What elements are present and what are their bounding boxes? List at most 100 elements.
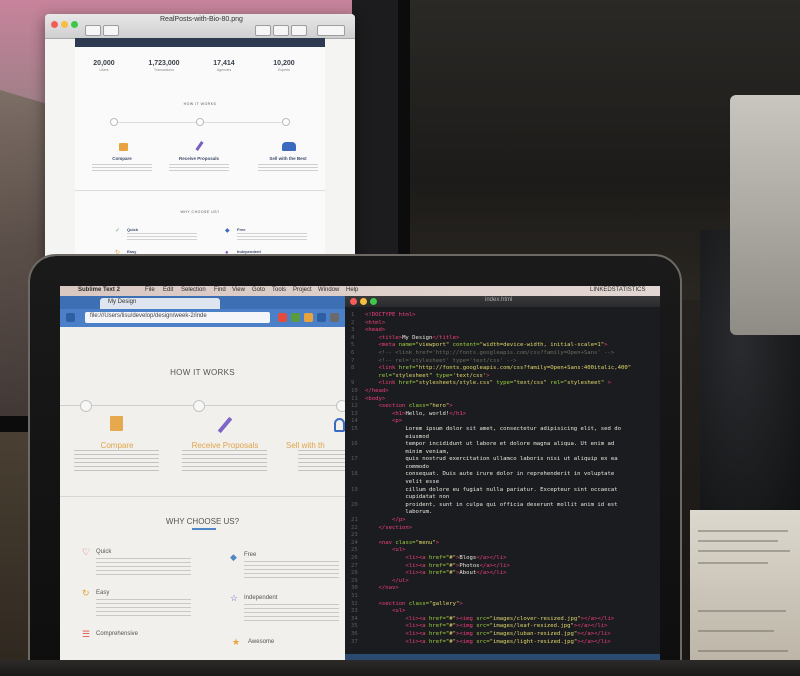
code-line[interactable]: 4 <title>My Design</title> xyxy=(351,335,656,343)
menu-app-name[interactable]: Sublime Text 2 xyxy=(78,287,120,293)
share-button[interactable] xyxy=(291,25,307,36)
code-line[interactable]: 30 </nav> xyxy=(351,585,656,593)
code-line[interactable]: 36 <li><a href="#"><img src="images/luba… xyxy=(351,631,656,639)
code-line[interactable]: 12 <section class="hero"> xyxy=(351,403,656,411)
code-line[interactable]: 11 <body> xyxy=(351,396,656,404)
code-line[interactable]: 19 cillum dolore eu fugiat nulla pariatu… xyxy=(351,487,656,495)
step-circle xyxy=(80,400,92,412)
feature-title: Quick xyxy=(96,549,112,555)
menu-goto[interactable]: Goto xyxy=(252,287,265,293)
code-line[interactable]: rel="stylesheet" type='text/css'> xyxy=(351,373,656,381)
extension-icon[interactable] xyxy=(278,313,287,322)
zoom-out-button[interactable] xyxy=(103,25,119,36)
code-line[interactable]: 37 <li><a href="#"><img src="images/ligh… xyxy=(351,639,656,647)
code-line[interactable]: 13 <h1>Hello, world!</h1> xyxy=(351,411,656,419)
code-line[interactable]: 22 </section> xyxy=(351,525,656,533)
feature-description xyxy=(127,233,197,240)
code-line[interactable]: 17 quis nostrud exercitation ullamco lab… xyxy=(351,456,656,464)
code-line[interactable]: 15 Lorem ipsum dolor sit amet, consectet… xyxy=(351,426,656,434)
stat-agencies: 17,414 Agencies xyxy=(199,60,249,72)
code-line[interactable]: eiusmod xyxy=(351,434,656,442)
code-line[interactable]: 16 tempor incididunt ut labore et dolore… xyxy=(351,441,656,449)
minimize-button[interactable] xyxy=(61,21,68,28)
code-line[interactable]: cupidatat non xyxy=(351,494,656,502)
menu-icon[interactable] xyxy=(330,313,339,322)
code-editor-window[interactable]: index.html 1 <!DOCTYPE html> 2 <html> 3 <head… xyxy=(345,296,660,676)
browser-toolbar: file:///Users/lisu/develop/design/week-2… xyxy=(60,309,345,327)
menu-find[interactable]: Find xyxy=(214,287,226,293)
extension-icon[interactable] xyxy=(317,313,326,322)
feature-title: Quick xyxy=(127,227,139,232)
code-line[interactable]: minim veniam, xyxy=(351,449,656,457)
extension-icon[interactable] xyxy=(291,313,300,322)
search-field[interactable] xyxy=(317,25,345,36)
code-line[interactable]: velit esse xyxy=(351,479,656,487)
check-icon: ✓ xyxy=(115,228,121,234)
code-line[interactable]: 9 <link href="stylesheets/style.css" typ… xyxy=(351,380,656,388)
editor-titlebar[interactable]: index.html xyxy=(345,296,660,307)
code-line[interactable]: 27 <li><a href="#">Photos</a></li> xyxy=(351,563,656,571)
step-title: Receive Proposals xyxy=(178,156,220,161)
code-line[interactable]: 10 </head> xyxy=(351,388,656,396)
address-bar[interactable]: file:///Users/lisu/develop/design/week-2… xyxy=(85,312,270,323)
code-line[interactable]: 18 consequat. Duis aute irure dolor in r… xyxy=(351,471,656,479)
code-line[interactable]: 34 <li><a href="#"><img src="images/clov… xyxy=(351,616,656,624)
code-line[interactable]: 26 <li><a href="#">Blogs</a></li> xyxy=(351,555,656,563)
code-line[interactable]: 2 <html> xyxy=(351,320,656,328)
feature-title: Free xyxy=(237,227,246,232)
code-line[interactable]: 20 proident, sunt in culpa qui officia d… xyxy=(351,502,656,510)
menu-selection[interactable]: Selection xyxy=(181,287,206,293)
refresh-icon: ↻ xyxy=(82,588,90,598)
menu-window[interactable]: Window xyxy=(318,287,339,293)
user-icon xyxy=(334,418,345,432)
step-circle xyxy=(196,118,204,126)
zoom-button[interactable] xyxy=(370,298,377,305)
code-line[interactable]: 24 <nav class="menu"> xyxy=(351,540,656,548)
menu-view[interactable]: View xyxy=(232,287,245,293)
extension-icon[interactable] xyxy=(304,313,313,322)
markup-button[interactable] xyxy=(255,25,271,36)
code-line[interactable]: 31 xyxy=(351,593,656,601)
code-line[interactable]: commodo xyxy=(351,464,656,472)
stat-experts: 10,200 Experts xyxy=(259,60,309,72)
menu-project[interactable]: Project xyxy=(293,287,312,293)
browser-tab[interactable]: My Design xyxy=(100,298,220,309)
rotate-button[interactable] xyxy=(273,25,289,36)
code-line[interactable]: laborum. xyxy=(351,509,656,517)
menu-file[interactable]: File xyxy=(145,287,155,293)
zoom-button[interactable] xyxy=(71,21,78,28)
code-line[interactable]: 23 xyxy=(351,532,656,540)
step-description xyxy=(298,450,345,472)
browser-window: My Design file:///Users/lisu/develop/des… xyxy=(60,296,345,676)
back-icon[interactable] xyxy=(66,313,75,322)
menu-bar: Sublime Text 2 File Edit Selection Find … xyxy=(60,286,660,296)
code-line[interactable]: 25 <ul> xyxy=(351,547,656,555)
sidebar-toggle-button[interactable] xyxy=(85,25,101,36)
code-line[interactable]: 33 <ul> xyxy=(351,608,656,616)
award-icon: ★ xyxy=(232,637,241,647)
feature-description xyxy=(96,558,191,576)
code-line[interactable]: 14 <p> xyxy=(351,418,656,426)
close-button[interactable] xyxy=(350,298,357,305)
laptop-screen: Sublime Text 2 File Edit Selection Find … xyxy=(60,286,660,676)
preview-titlebar[interactable]: RealPosts-with-Bio-80.png xyxy=(45,14,355,39)
code-line[interactable]: 29 </ul> xyxy=(351,578,656,586)
minimize-button[interactable] xyxy=(360,298,367,305)
code-line[interactable]: 35 <li><a href="#"><img src="images/leaf… xyxy=(351,623,656,631)
preview-window[interactable]: RealPosts-with-Bio-80.png 20,000 Users 1… xyxy=(45,14,355,276)
code-area[interactable]: 1 <!DOCTYPE html> 2 <html> 3 <head> 4 <title>M… xyxy=(351,312,656,646)
code-line[interactable]: 5 <meta name="viewport" content="width=d… xyxy=(351,342,656,350)
code-line[interactable]: 21 </p> xyxy=(351,517,656,525)
code-line[interactable]: 28 <li><a href="#">About</a></li> xyxy=(351,570,656,578)
menu-tools[interactable]: Tools xyxy=(272,287,286,293)
code-line[interactable]: 7 <!-- rel='stylesheet' type='text/css' … xyxy=(351,358,656,366)
code-line[interactable]: 8 <link href="http://fonts.googleapis.co… xyxy=(351,365,656,373)
code-line[interactable]: 32 <section class="gallery"> xyxy=(351,601,656,609)
menu-help[interactable]: Help xyxy=(346,287,358,293)
close-button[interactable] xyxy=(51,21,58,28)
compare-icon xyxy=(110,416,123,431)
code-line[interactable]: 1 <!DOCTYPE html> xyxy=(351,312,656,320)
code-line[interactable]: 6 <!-- <link href='http://fonts.googleap… xyxy=(351,350,656,358)
code-line[interactable]: 3 <head> xyxy=(351,327,656,335)
menu-edit[interactable]: Edit xyxy=(163,287,173,293)
